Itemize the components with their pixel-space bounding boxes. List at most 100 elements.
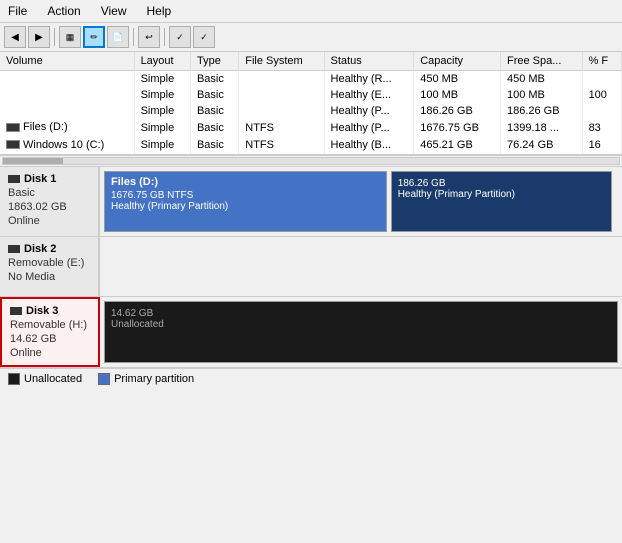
table-cell-3-5: 1676.75 GB	[414, 119, 501, 137]
menu-bar: File Action View Help	[0, 0, 622, 23]
table-cell-2-0	[0, 103, 134, 119]
partition-size-disk3-0: 14.62 GB	[111, 308, 611, 319]
table-row[interactable]: SimpleBasicHealthy (P...186.26 GB186.26 …	[0, 103, 622, 119]
disk-size-disk1: 1863.02 GB	[8, 201, 90, 213]
col-capacity[interactable]: Capacity	[414, 52, 501, 71]
table-body: SimpleBasicHealthy (R...450 MB450 MBSimp…	[0, 71, 622, 155]
table-header-row: Volume Layout Type File System Status Ca…	[0, 52, 622, 71]
disk-status-disk1: Online	[8, 215, 90, 227]
table-cell-1-6: 100 MB	[500, 87, 582, 103]
disk-type-disk3: Removable (H:)	[10, 319, 90, 331]
legend-unallocated-label: Unallocated	[24, 373, 82, 385]
menu-file[interactable]: File	[4, 2, 31, 20]
menu-view[interactable]: View	[97, 2, 131, 20]
partition-disk1-1[interactable]: 186.26 GB Healthy (Primary Partition)	[391, 171, 612, 232]
toolbar-btn-7[interactable]: ✓	[169, 26, 191, 48]
disk-type-disk2: Removable (E:)	[8, 257, 90, 269]
col-percent[interactable]: % F	[582, 52, 621, 71]
toolbar-btn-8[interactable]: ✓	[193, 26, 215, 48]
col-layout[interactable]: Layout	[134, 52, 190, 71]
table-cell-1-3	[239, 87, 324, 103]
table-cell-2-5: 186.26 GB	[414, 103, 501, 119]
table-cell-4-5: 465.21 GB	[414, 137, 501, 155]
table-cell-4-7: 16	[582, 137, 621, 155]
table-cell-4-0: Windows 10 (C:)	[0, 137, 134, 155]
table-cell-0-1: Simple	[134, 71, 190, 88]
table-cell-0-7	[582, 71, 621, 88]
toolbar-btn-3[interactable]: ▦	[59, 26, 81, 48]
table-cell-1-7: 100	[582, 87, 621, 103]
disk-name-disk1: Disk 1	[8, 173, 90, 185]
scrollbar-track[interactable]	[2, 157, 620, 165]
legend-unallocated: Unallocated	[8, 373, 82, 385]
disk-label-disk3[interactable]: Disk 3 Removable (H:) 14.62 GB Online	[0, 297, 100, 367]
table-cell-0-5: 450 MB	[414, 71, 501, 88]
legend-primary-icon	[98, 373, 110, 385]
partition-disk1-0[interactable]: Files (D:) 1676.75 GB NTFS Healthy (Prim…	[104, 171, 387, 232]
legend-unallocated-icon	[8, 373, 20, 385]
toolbar-btn-4[interactable]: ✏	[83, 26, 105, 48]
table-cell-4-2: Basic	[190, 137, 238, 155]
volume-table-container: Volume Layout Type File System Status Ca…	[0, 52, 622, 155]
table-cell-0-3	[239, 71, 324, 88]
volume-table: Volume Layout Type File System Status Ca…	[0, 52, 622, 154]
toolbar-btn-5[interactable]: 📄	[107, 26, 129, 48]
table-cell-0-0	[0, 71, 134, 88]
partition-desc-disk1-1: Healthy (Primary Partition)	[398, 189, 605, 200]
disk-row-disk1: Disk 1 Basic 1863.02 GB Online Files (D:…	[0, 167, 622, 237]
table-row[interactable]: Files (D:)SimpleBasicNTFSHealthy (P...16…	[0, 119, 622, 137]
toolbar: ◀ ▶ ▦ ✏ 📄 ↩ ✓ ✓	[0, 23, 622, 52]
col-freespace[interactable]: Free Spa...	[500, 52, 582, 71]
disk-label-disk1[interactable]: Disk 1 Basic 1863.02 GB Online	[0, 167, 100, 236]
disk-name-disk3: Disk 3	[10, 305, 90, 317]
disk-size-disk3: 14.62 GB	[10, 333, 90, 345]
disk-type-disk1: Basic	[8, 187, 90, 199]
menu-action[interactable]: Action	[43, 2, 84, 20]
table-cell-2-4: Healthy (P...	[324, 103, 414, 119]
toolbar-forward[interactable]: ▶	[28, 26, 50, 48]
legend: Unallocated Primary partition	[0, 368, 622, 389]
scrollbar-thumb[interactable]	[3, 158, 63, 164]
disk-title-disk1: Disk 1	[24, 173, 56, 185]
disk-partitions-disk1: Files (D:) 1676.75 GB NTFS Healthy (Prim…	[100, 167, 622, 236]
table-cell-3-0: Files (D:)	[0, 119, 134, 137]
partition-title-disk1-0: Files (D:)	[111, 176, 380, 188]
table-cell-2-3	[239, 103, 324, 119]
table-cell-2-6: 186.26 GB	[500, 103, 582, 119]
toolbar-sep-2	[133, 28, 134, 46]
disk-icon-disk3	[10, 307, 22, 315]
table-cell-3-1: Simple	[134, 119, 190, 137]
h-scrollbar[interactable]	[0, 155, 622, 167]
disk-area: Disk 1 Basic 1863.02 GB Online Files (D:…	[0, 167, 622, 368]
disk-icon-disk1	[8, 175, 20, 183]
disk-icon-disk2	[8, 245, 20, 253]
menu-help[interactable]: Help	[143, 2, 176, 20]
table-cell-4-3: NTFS	[239, 137, 324, 155]
disk-label-disk2[interactable]: Disk 2 Removable (E:) No Media	[0, 237, 100, 296]
col-volume[interactable]: Volume	[0, 52, 134, 71]
col-filesystem[interactable]: File System	[239, 52, 324, 71]
table-row[interactable]: Windows 10 (C:)SimpleBasicNTFSHealthy (B…	[0, 137, 622, 155]
table-row[interactable]: SimpleBasicHealthy (R...450 MB450 MB	[0, 71, 622, 88]
table-cell-1-1: Simple	[134, 87, 190, 103]
table-cell-1-4: Healthy (E...	[324, 87, 414, 103]
table-cell-2-7	[582, 103, 621, 119]
disk-row-disk3: Disk 3 Removable (H:) 14.62 GB Online 14…	[0, 297, 622, 368]
toolbar-sep-3	[164, 28, 165, 46]
table-cell-0-2: Basic	[190, 71, 238, 88]
toolbar-btn-6[interactable]: ↩	[138, 26, 160, 48]
partition-size-disk1-1: 186.26 GB	[398, 178, 605, 189]
partition-disk3-0[interactable]: 14.62 GB Unallocated	[104, 301, 618, 363]
table-cell-4-1: Simple	[134, 137, 190, 155]
col-type[interactable]: Type	[190, 52, 238, 71]
table-row[interactable]: SimpleBasicHealthy (E...100 MB100 MB100	[0, 87, 622, 103]
disk-title-disk2: Disk 2	[24, 243, 56, 255]
disk-status-disk2: No Media	[8, 271, 90, 283]
partition-desc-disk3-0: Unallocated	[111, 319, 611, 330]
toolbar-back[interactable]: ◀	[4, 26, 26, 48]
table-cell-4-4: Healthy (B...	[324, 137, 414, 155]
partition-size-disk1-0: 1676.75 GB NTFS	[111, 190, 380, 201]
disk-partitions-disk2	[100, 237, 622, 296]
col-status[interactable]: Status	[324, 52, 414, 71]
table-cell-3-2: Basic	[190, 119, 238, 137]
